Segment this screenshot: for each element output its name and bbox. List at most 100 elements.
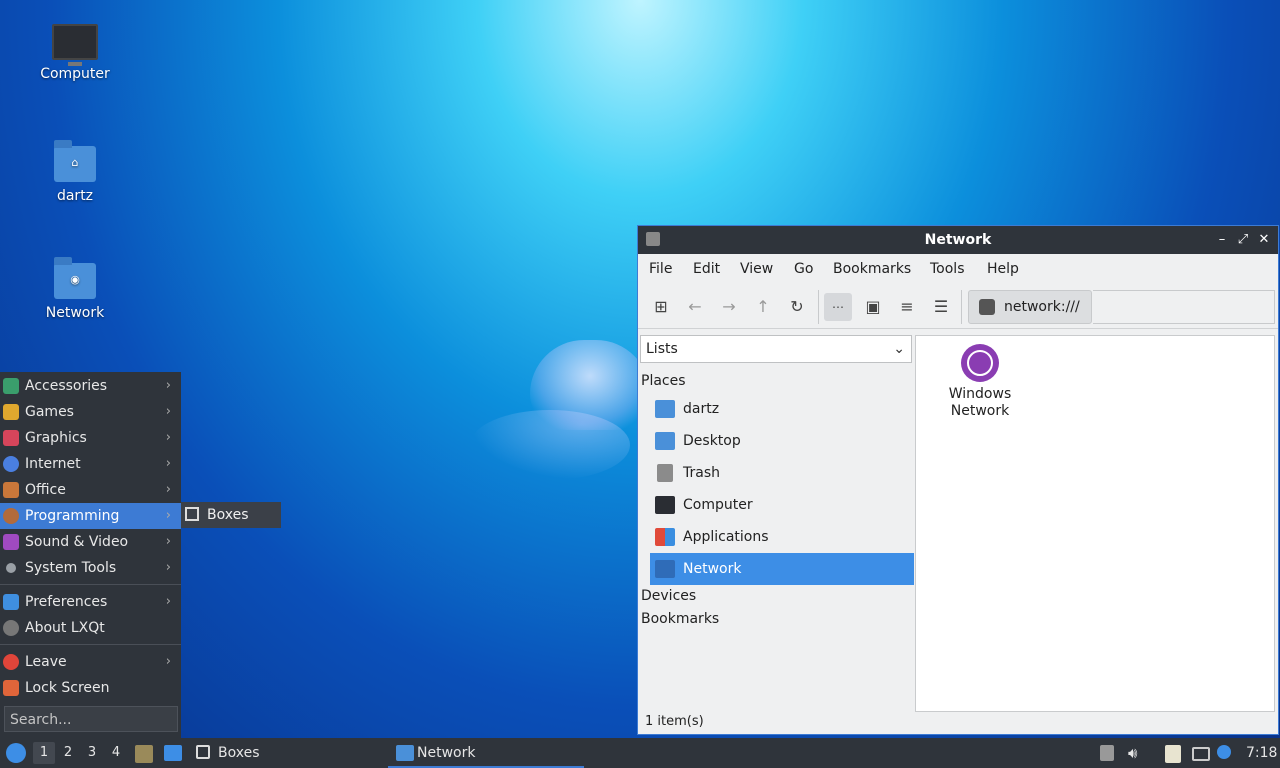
menu-item-system-tools[interactable]: System Tools › — [0, 555, 181, 581]
detailed-list-view-icon[interactable]: ☰ — [927, 293, 955, 321]
clipboard-icon[interactable] — [1165, 745, 1181, 763]
desktop-icon-label: Network — [45, 305, 105, 321]
menu-item-graphics[interactable]: Graphics › — [0, 425, 181, 451]
toolbar: ⊞ ← → ↑ ↻ ⋯ ▣ ≡ ☰ network:/// — [638, 284, 1278, 329]
computer-icon — [655, 496, 675, 514]
show-desktop-icon[interactable] — [164, 745, 182, 761]
thumbnail-view-icon[interactable]: ▣ — [859, 293, 887, 321]
windows-network-icon — [961, 344, 999, 382]
workspace-4[interactable]: 4 — [105, 742, 127, 764]
place-item-network[interactable]: Network — [650, 553, 914, 585]
forward-icon[interactable]: → — [715, 293, 743, 321]
menu-item-sound-video[interactable]: Sound & Video › — [0, 529, 181, 555]
icon-view-icon[interactable]: ⋯ — [824, 293, 852, 321]
side-pane: Lists ⌄ Places dartz Desktop Trash Compu… — [638, 329, 915, 712]
menu-bookmarks[interactable]: Bookmarks — [833, 254, 911, 284]
volume-icon[interactable]: 🔊︎ — [1128, 738, 1137, 768]
bookmarks-header[interactable]: Bookmarks — [641, 611, 719, 627]
lock-icon — [3, 680, 19, 696]
place-item-trash[interactable]: Trash — [650, 457, 914, 489]
place-item-desktop[interactable]: Desktop — [650, 425, 914, 457]
games-icon — [3, 404, 19, 420]
minimize-icon[interactable]: – — [1212, 226, 1232, 254]
side-pane-mode-select[interactable]: Lists ⌄ — [640, 335, 912, 363]
chevron-right-icon: › — [165, 482, 171, 497]
jellyfish — [530, 340, 650, 430]
desktop-icon-home[interactable]: ⌂ dartz — [20, 140, 130, 204]
accessories-icon — [3, 378, 19, 394]
file-item-windows-network[interactable]: Windows Network — [938, 344, 1022, 420]
place-item-computer[interactable]: Computer — [650, 489, 914, 521]
up-icon[interactable]: ↑ — [749, 293, 777, 321]
workspace-2[interactable]: 2 — [57, 742, 79, 764]
chevron-right-icon: › — [165, 508, 171, 523]
place-item-applications[interactable]: Applications — [650, 521, 914, 553]
menu-item-about[interactable]: About LXQt — [0, 615, 181, 641]
update-notification-icon[interactable] — [1217, 745, 1231, 759]
menu-item-games[interactable]: Games › — [0, 399, 181, 425]
back-icon[interactable]: ← — [681, 293, 709, 321]
menubar: File Edit View Go Bookmarks Tools Help — [638, 254, 1278, 284]
menu-separator — [0, 644, 181, 645]
info-icon — [3, 620, 19, 636]
file-item-label: Windows Network — [948, 386, 1012, 419]
task-boxes[interactable]: Boxes — [218, 738, 260, 768]
menu-tools[interactable]: Tools — [930, 254, 965, 284]
boxes-icon — [196, 745, 210, 759]
menu-item-lock-screen[interactable]: Lock Screen — [0, 675, 181, 701]
desktop-icon-network[interactable]: ◉ Network — [20, 257, 130, 321]
menu-item-office[interactable]: Office › — [0, 477, 181, 503]
eject-icon[interactable] — [1100, 745, 1114, 761]
taskbar: 1 2 3 4 Boxes Network 🔊︎ 7:18 — [0, 738, 1280, 768]
home-folder-icon: ⌂ — [54, 140, 96, 182]
file-manager-launcher-icon[interactable] — [135, 745, 153, 763]
menu-item-programming[interactable]: Programming › — [0, 503, 181, 529]
clock[interactable]: 7:18 — [1246, 738, 1277, 768]
network-folder-icon — [655, 560, 675, 578]
sound-video-icon — [3, 534, 19, 550]
menu-help[interactable]: Help — [987, 254, 1019, 284]
new-tab-icon[interactable]: ⊞ — [647, 293, 675, 321]
boxes-icon — [185, 507, 199, 521]
menu-go[interactable]: Go — [794, 254, 813, 284]
folder-view[interactable]: Windows Network — [915, 335, 1275, 712]
menu-edit[interactable]: Edit — [693, 254, 720, 284]
office-icon — [3, 482, 19, 498]
reload-icon[interactable]: ↻ — [783, 293, 811, 321]
chevron-right-icon: › — [165, 430, 171, 445]
place-item-dartz[interactable]: dartz — [650, 393, 914, 425]
network-folder-icon — [396, 745, 414, 761]
menu-file[interactable]: File — [649, 254, 672, 284]
window-titlebar[interactable]: Network – ⤢ ✕ — [638, 226, 1278, 254]
menu-item-preferences[interactable]: Preferences › — [0, 589, 181, 615]
menu-item-leave[interactable]: Leave › — [0, 649, 181, 675]
chevron-right-icon: › — [165, 560, 171, 575]
devices-header[interactable]: Devices — [641, 588, 696, 604]
compact-view-icon[interactable]: ≡ — [893, 293, 921, 321]
close-icon[interactable]: ✕ — [1254, 226, 1274, 254]
menu-search-input[interactable]: Search... — [4, 706, 178, 732]
network-drive-icon — [979, 299, 995, 315]
file-manager-window: Network – ⤢ ✕ File Edit View Go Bookmark… — [637, 225, 1279, 735]
workspace-1[interactable]: 1 — [33, 742, 55, 764]
toolbar-separator — [961, 290, 962, 324]
workspace-3[interactable]: 3 — [81, 742, 103, 764]
path-bar[interactable] — [1093, 290, 1275, 324]
menu-separator — [0, 584, 181, 585]
lxqt-menu-icon[interactable] — [6, 743, 26, 763]
desktop-icon-computer[interactable]: Computer — [20, 24, 130, 82]
start-menu: Accessories › Games › Graphics › Internet › … — [0, 372, 181, 738]
submenu-item-boxes[interactable]: Boxes — [181, 502, 281, 528]
places-header[interactable]: Places — [641, 373, 686, 389]
task-network[interactable]: Network — [388, 738, 584, 768]
network-status-icon[interactable] — [1192, 747, 1210, 761]
preferences-icon — [3, 594, 19, 610]
chevron-right-icon: › — [165, 594, 171, 609]
menu-item-internet[interactable]: Internet › — [0, 451, 181, 477]
address-button[interactable]: network:/// — [968, 290, 1092, 324]
menu-item-accessories[interactable]: Accessories › — [0, 373, 181, 399]
menu-view[interactable]: View — [740, 254, 773, 284]
maximize-icon[interactable]: ⤢ — [1233, 226, 1253, 254]
chevron-right-icon: › — [165, 404, 171, 419]
chevron-right-icon: › — [165, 654, 171, 669]
